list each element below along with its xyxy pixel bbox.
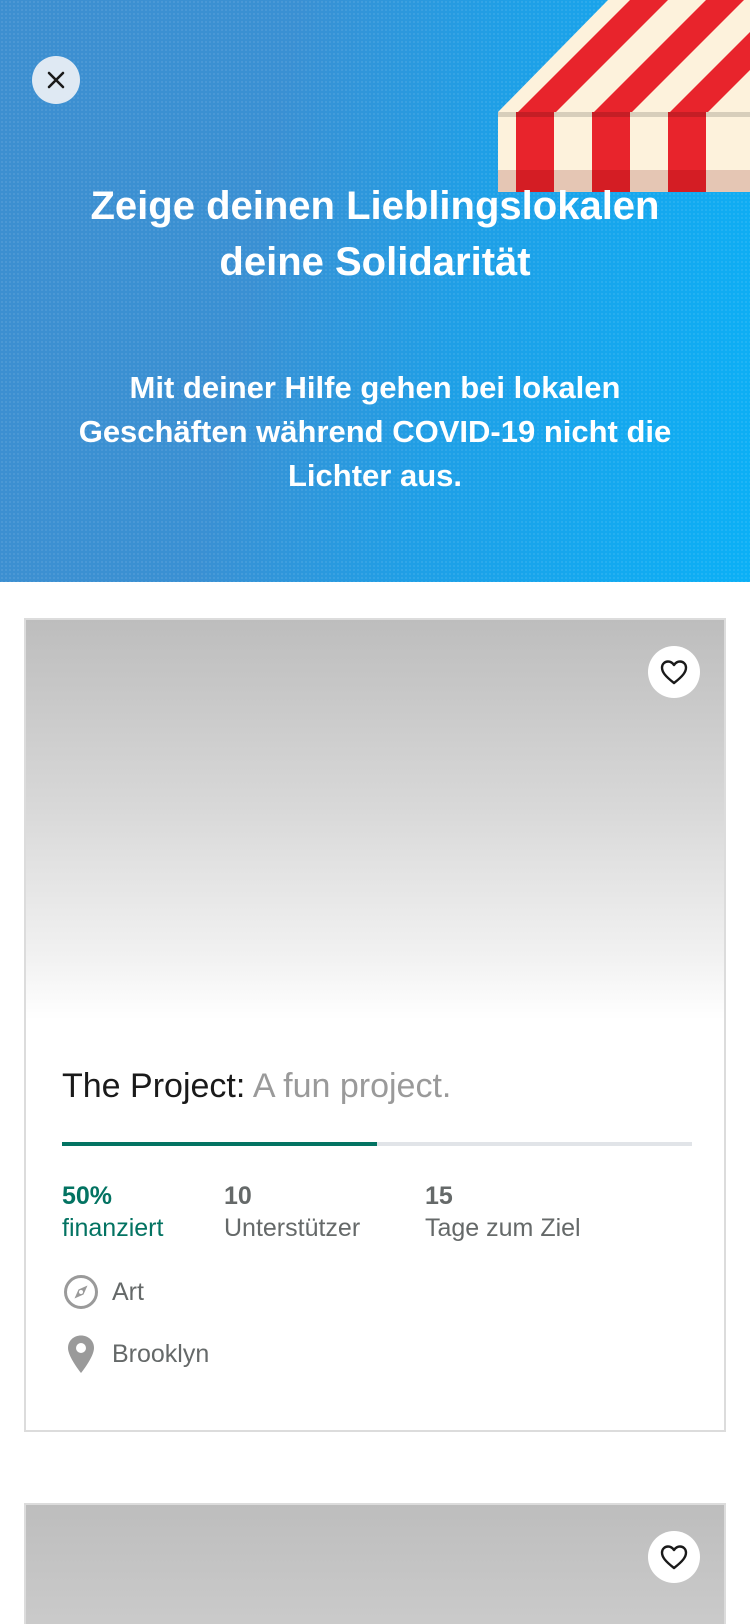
stat-funded: 50% finanziert [62, 1180, 163, 1244]
project-location-label: Brooklyn [112, 1339, 210, 1368]
project-category-label: Art [112, 1277, 144, 1306]
funding-progress-fill [62, 1142, 377, 1146]
location-pin-icon [62, 1334, 100, 1374]
funding-progress-bar [62, 1142, 692, 1146]
close-button[interactable] [32, 56, 80, 104]
heart-icon [660, 660, 688, 685]
project-card[interactable]: The Project: A fun project. 50% finanzie… [24, 618, 726, 1432]
save-project-button[interactable] [648, 1531, 700, 1583]
awning-illustration [498, 0, 750, 192]
project-location[interactable]: Brooklyn [62, 1334, 209, 1374]
project-card[interactable] [24, 1503, 726, 1624]
stat-backers-label: Unterstützer [224, 1214, 361, 1242]
stat-funded-value: 50% [62, 1182, 113, 1210]
project-blurb: A fun project. [252, 1067, 452, 1105]
stat-days-label: Tage zum Ziel [425, 1214, 581, 1242]
stat-backers: 10 Unterstützer [224, 1180, 360, 1244]
stat-backers-value: 10 [224, 1182, 252, 1210]
project-image [26, 620, 724, 1020]
compass-icon [62, 1272, 100, 1312]
save-project-button[interactable] [648, 646, 700, 698]
stat-funded-label: finanziert [62, 1214, 164, 1242]
project-image [26, 1505, 724, 1624]
heart-icon [660, 1545, 688, 1570]
hero-title: Zeige deinen Lieblingslokalen deine Soli… [90, 184, 660, 284]
project-name: The Project: [62, 1067, 246, 1105]
stat-days: 15 Tage zum Ziel [425, 1180, 581, 1244]
project-category[interactable]: Art [62, 1272, 144, 1312]
project-title[interactable]: The Project: A fun project. [62, 1066, 451, 1106]
hero-banner: Zeige deinen Lieblingslokalen deine Soli… [0, 0, 750, 582]
stat-days-value: 15 [425, 1182, 453, 1210]
close-icon [47, 71, 65, 89]
hero-subtitle: Mit deiner Hilfe gehen bei lokalen Gesch… [78, 370, 672, 493]
